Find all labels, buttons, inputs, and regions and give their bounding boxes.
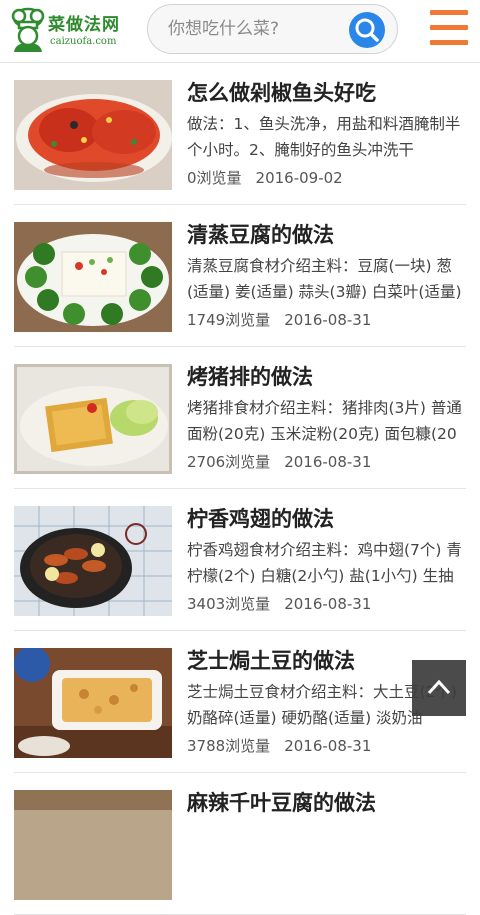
post-date: 2016-09-02 [255,169,343,187]
list-item[interactable]: 怎么做剁椒鱼头好吃 做法：1、鱼头洗净，用盐和料酒腌制半个小时。2、腌制好的鱼头… [0,63,480,205]
list-item[interactable]: 烤猪排的做法 烤猪排食材介绍主料：猪排肉(3片) 普通面粉(20克) 玉米淀粉(… [0,347,480,489]
recipe-description: 清蒸豆腐食材介绍主料：豆腐(一块) 葱(适量) 姜(适量) 蒜头(3瓣) 白菜叶… [187,257,462,301]
chef-icon [11,7,45,52]
recipe-title[interactable]: 柠香鸡翅的做法 [187,503,334,533]
recipe-title[interactable]: 清蒸豆腐的做法 [187,219,334,249]
chevron-up-icon [427,679,451,695]
post-date: 2016-08-31 [284,595,372,613]
recipe-title[interactable]: 芝士焗土豆的做法 [187,645,355,675]
recipe-description: 柠香鸡翅食材介绍主料：鸡中翅(7个) 青柠檬(2个) 白糖(2小勺) 盐(1小勺… [187,541,462,585]
view-count: 3788浏览量 [187,737,271,755]
recipe-title[interactable]: 麻辣千叶豆腐的做法 [187,787,376,817]
recipe-meta: 3403浏览量 2016-08-31 [187,593,371,614]
recipe-thumbnail[interactable] [14,790,172,900]
post-date: 2016-08-31 [284,453,372,471]
menu-icon-bar-1 [430,10,468,15]
logo-url: caizuofa.com [50,36,117,47]
recipe-meta: 0浏览量 2016-09-02 [187,167,343,188]
menu-button[interactable] [430,10,468,46]
site-logo[interactable]: 菜做法网 caizuofa.com [8,6,130,54]
search-bar [147,4,398,54]
search-icon [355,18,379,42]
recipe-thumbnail[interactable] [14,222,172,332]
list-item[interactable]: 清蒸豆腐的做法 清蒸豆腐食材介绍主料：豆腐(一块) 葱(适量) 姜(适量) 蒜头… [0,205,480,347]
recipe-thumbnail[interactable] [14,80,172,190]
recipe-meta: 1749浏览量 2016-08-31 [187,309,371,330]
list-item[interactable]: 柠香鸡翅的做法 柠香鸡翅食材介绍主料：鸡中翅(7个) 青柠檬(2个) 白糖(2小… [0,489,480,631]
header: 菜做法网 caizuofa.com [0,0,480,63]
recipe-list: 怎么做剁椒鱼头好吃 做法：1、鱼头洗净，用盐和料酒腌制半个小时。2、腌制好的鱼头… [0,63,480,915]
list-item[interactable]: 芝士焗土豆的做法 芝士焗土豆食材介绍主料：大土豆(2个) 奶酪碎(适量) 硬奶酪… [0,631,480,773]
search-input[interactable] [168,17,348,41]
post-date: 2016-08-31 [284,311,372,329]
recipe-thumbnail[interactable] [14,364,172,474]
recipe-meta: 3788浏览量 2016-08-31 [187,735,371,756]
recipe-thumbnail[interactable] [14,506,172,616]
search-button[interactable] [349,12,385,48]
recipe-meta: 2706浏览量 2016-08-31 [187,451,371,472]
recipe-description: 做法：1、鱼头洗净，用盐和料酒腌制半个小时。2、腌制好的鱼头冲洗干 [187,115,461,159]
menu-icon-bar-3 [430,40,468,45]
menu-icon-bar-2 [430,25,468,30]
post-date: 2016-08-31 [284,737,372,755]
list-item[interactable]: 麻辣千叶豆腐的做法 [0,773,480,915]
recipe-title[interactable]: 怎么做剁椒鱼头好吃 [187,77,376,107]
view-count: 1749浏览量 [187,311,271,329]
back-to-top-button[interactable] [412,660,466,716]
logo-title: 菜做法网 [48,15,120,35]
view-count: 3403浏览量 [187,595,271,613]
view-count: 0浏览量 [187,169,242,187]
recipe-description: 烤猪排食材介绍主料：猪排肉(3片) 普通面粉(20克) 玉米淀粉(20克) 面包… [187,399,462,443]
recipe-thumbnail[interactable] [14,648,172,758]
view-count: 2706浏览量 [187,453,271,471]
recipe-title[interactable]: 烤猪排的做法 [187,361,313,391]
